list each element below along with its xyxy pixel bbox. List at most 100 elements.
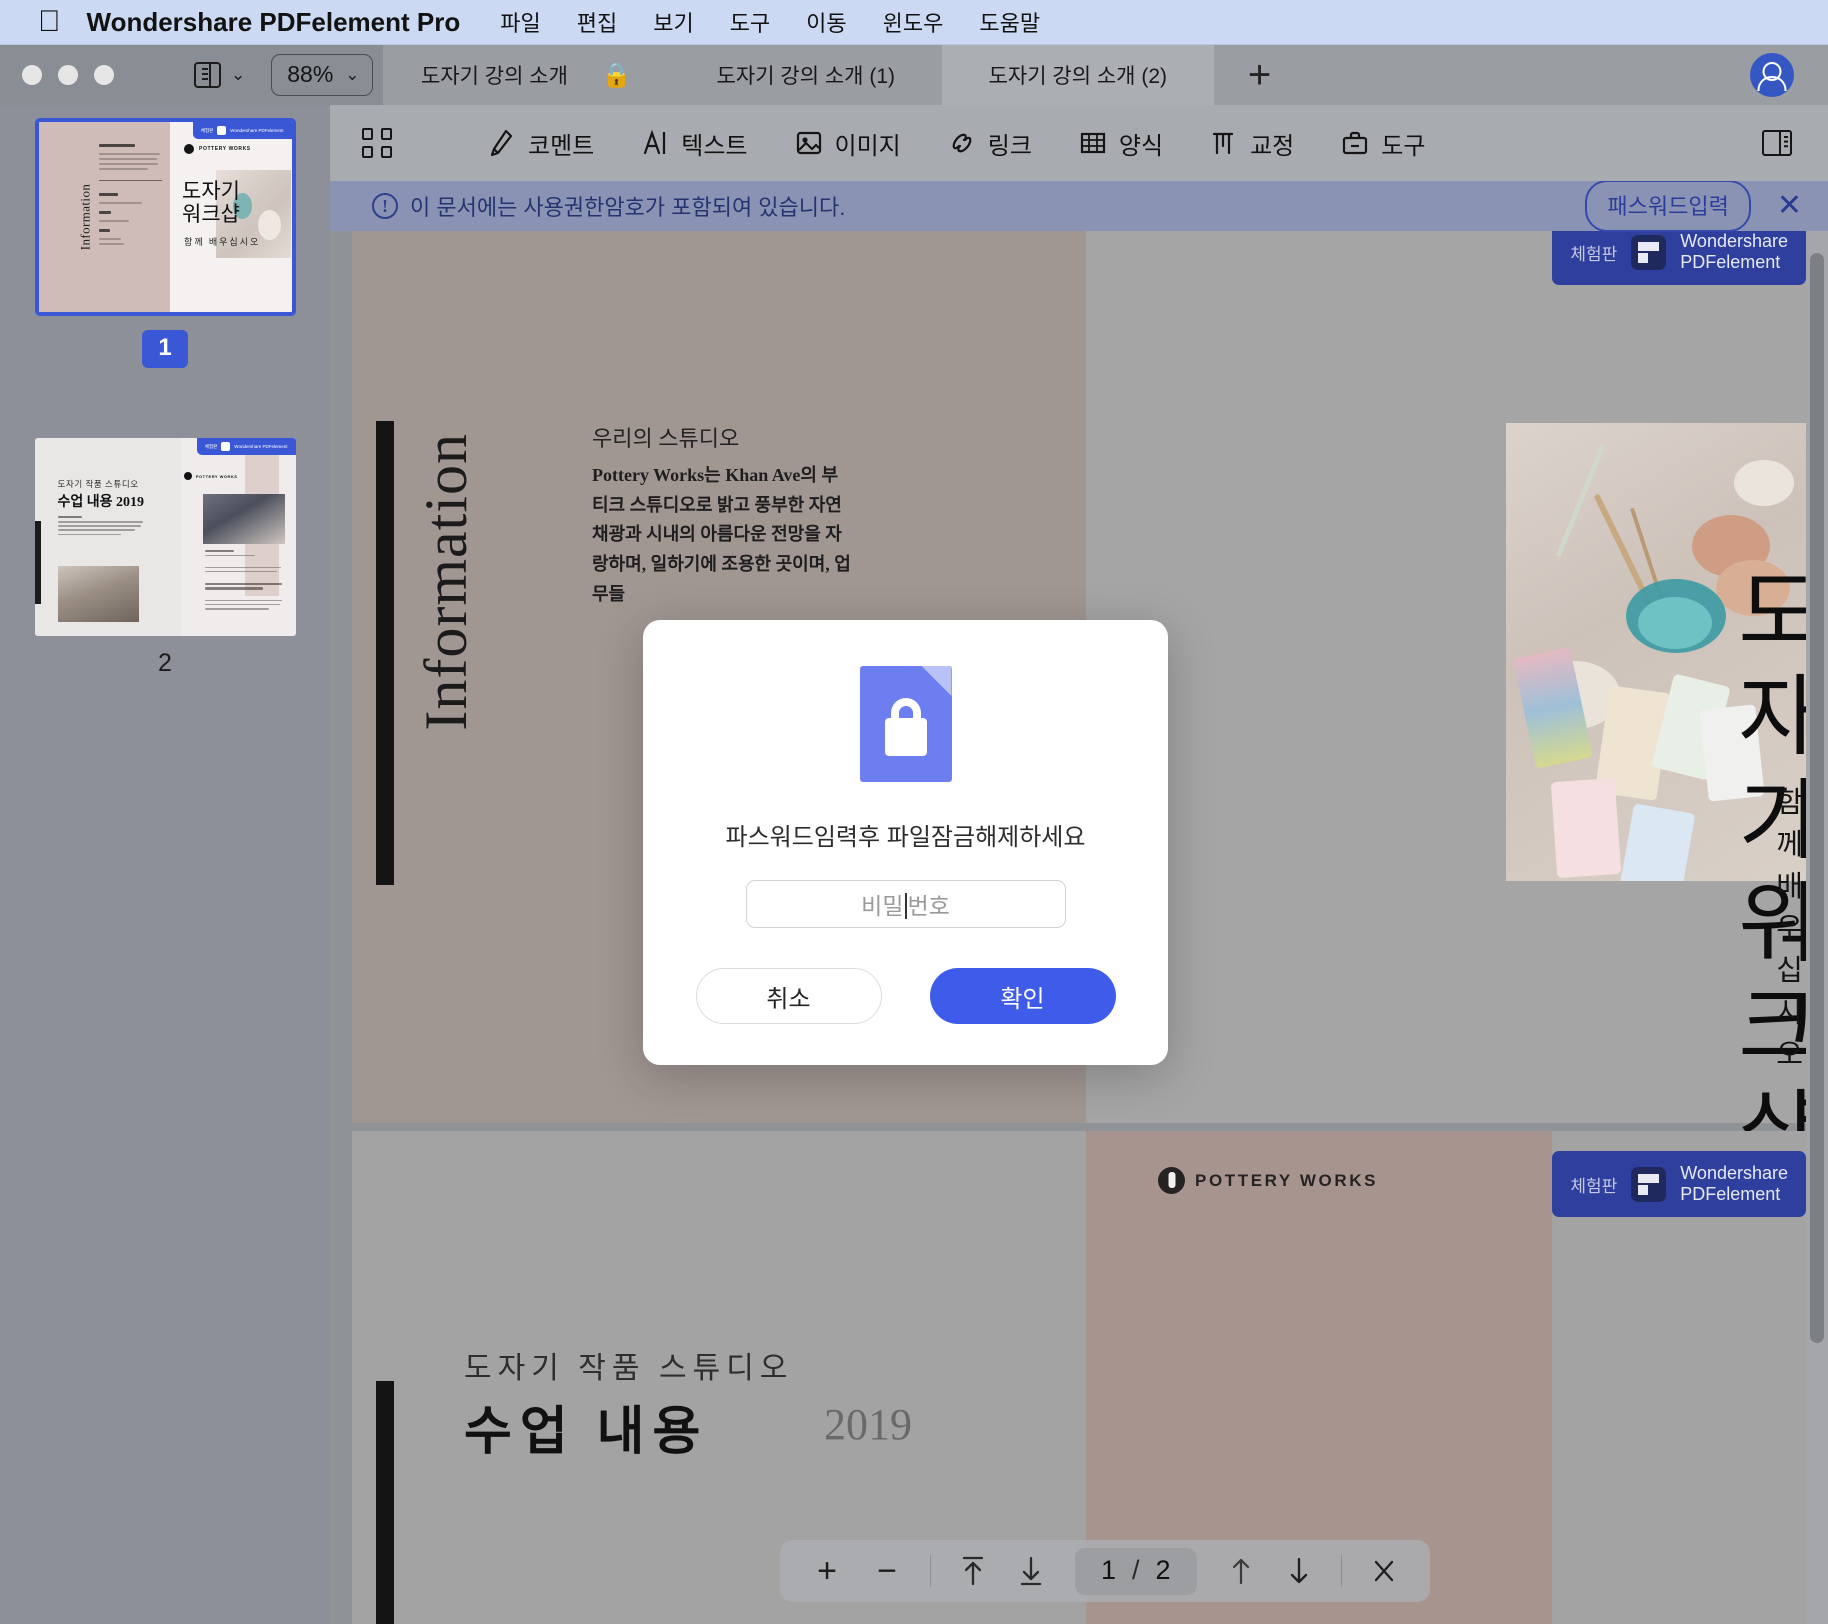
main-toolbar: 코멘트 텍스트 이미지 링크 양식 교정 도구 [330, 105, 1828, 181]
grid-view-icon[interactable] [362, 128, 392, 158]
tab-document-1[interactable]: 도자기 강의 소개 (1) [670, 45, 942, 105]
pottery-works-mark-icon [1158, 1167, 1185, 1194]
enter-password-button[interactable]: 패스워드입력 [1585, 180, 1751, 232]
tab-label: 도자기 강의 소개 [421, 65, 568, 88]
toolbar-button-tools[interactable]: 도구 [1340, 126, 1425, 161]
toolbar-button-proofread[interactable]: 교정 [1209, 126, 1294, 161]
tab-bar: ⌄ 88% ⌄ 도자기 강의 소개 🔒 도자기 강의 소개 (1) 도자기 강의… [0, 45, 1828, 105]
chevron-down-icon: ⌄ [231, 65, 246, 84]
page-indicator[interactable]: 1 / 2 [1075, 1547, 1197, 1595]
minimize-traffic-light[interactable] [58, 65, 78, 85]
thumb2-text-block [57, 516, 146, 538]
toolbar-button-text[interactable]: 텍스트 [640, 126, 748, 161]
thumb-watermark-badge: 체험판 Wondershare PDFelement [192, 122, 292, 139]
sidebar-panel-icon [194, 61, 221, 89]
close-traffic-light[interactable] [22, 65, 42, 85]
password-input[interactable]: 비밀 번호 [745, 880, 1066, 928]
new-tab-button[interactable]: + [1214, 55, 1305, 95]
toolbar-divider [930, 1555, 931, 1587]
page2-black-bar [376, 1381, 394, 1624]
close-x-icon[interactable]: ✕ [1777, 191, 1802, 221]
thumb-vertical-title: Information [76, 183, 92, 251]
total-pages-value: 2 [1155, 1554, 1171, 1585]
zoom-in-button[interactable]: + [802, 1554, 852, 1588]
pdfelement-logo-icon [1631, 234, 1667, 270]
page2-logo: POTTERY WORKS [1158, 1167, 1378, 1194]
menu-item-help[interactable]: 도움말 [979, 6, 1040, 38]
watermark-trial-label: 체험판 [1570, 1176, 1618, 1196]
document-tabs: 도자기 강의 소개 🔒 도자기 강의 소개 (1) 도자기 강의 소개 (2) … [383, 45, 1305, 105]
page-thumbnail-2[interactable]: 도자기 작품 스튜디오 수업 내용 2019 POTTERY WORKS 체험판… [34, 438, 296, 636]
toolbar-divider [1340, 1555, 1342, 1587]
scrollbar-thumb[interactable] [1810, 253, 1824, 1343]
dialog-message: 파스워드임력후 파일잠금해제하세요 [725, 824, 1086, 851]
arrow-up-icon[interactable] [1217, 1554, 1265, 1588]
arrow-down-icon[interactable] [1275, 1554, 1323, 1588]
notice-message: 이 문서에는 사용권한암호가 포함되여 있습니다. [410, 195, 846, 220]
vertical-scrollbar[interactable] [1806, 231, 1828, 1624]
thumb2-heading-big: 수업 내용 2019 [57, 495, 145, 510]
page1-body-text: Pottery Works는 Khan Ave의 부티크 스튜디오로 밝고 풍부… [592, 465, 851, 604]
menu-item-go[interactable]: 이동 [806, 6, 846, 38]
thumb2-photo-2 [202, 494, 286, 544]
toolbar-label: 도구 [1381, 132, 1426, 160]
toolbar-label: 이미지 [834, 132, 901, 160]
comment-pen-icon [487, 128, 517, 158]
tab-label: 도자기 강의 소개 (1) [716, 65, 896, 88]
toolbar-label: 양식 [1118, 132, 1164, 160]
toolbox-icon [1340, 128, 1370, 158]
zoom-level-value: 88% [287, 61, 334, 87]
app-title: Wondershare PDFelement Pro [64, 6, 461, 37]
page-number-badge-2: 2 [158, 649, 172, 677]
thumb2-text-block-2 [205, 550, 285, 612]
toolbar-label: 코멘트 [528, 132, 595, 160]
toolbar-button-form[interactable]: 양식 [1078, 126, 1163, 161]
current-page-value: 1 [1101, 1554, 1117, 1585]
toolbar-label: 링크 [987, 132, 1032, 160]
menu-item-tools[interactable]: 도구 [730, 6, 770, 38]
close-x-icon[interactable] [1360, 1557, 1408, 1585]
apple-logo-icon[interactable]:  [38, 7, 61, 37]
proofread-icon [1209, 128, 1239, 158]
confirm-button[interactable]: 확인 [929, 968, 1116, 1024]
tab-document-2[interactable]: 도자기 강의 소개 (2) [941, 45, 1214, 105]
page-navigation-toolbar: + − 1 / 2 [780, 1540, 1430, 1602]
page1-watermark-badge: 체험판 Wondershare PDFelement [1552, 231, 1806, 286]
thumb-text-blocks [98, 144, 163, 248]
page2-year: 2019 [824, 1400, 912, 1449]
toolbar-button-image[interactable]: 이미지 [794, 126, 901, 161]
text-icon [640, 128, 670, 158]
page2-watermark-badge: 체험판 Wondershare PDFelement [1552, 1151, 1806, 1218]
watermark-text: Wondershare PDFelement [1680, 231, 1788, 273]
user-avatar-icon[interactable] [1750, 53, 1794, 97]
go-to-bottom-icon[interactable] [1007, 1554, 1055, 1588]
thumbnail-sidebar[interactable]: Information POTTERY WORKS 도자기 워크샵 함께 배우십… [0, 105, 330, 1624]
pdfelement-logo-icon [1631, 1166, 1667, 1202]
password-dialog: 파스워드임력후 파일잠금해제하세요 비밀 번호 취소 확인 [643, 620, 1168, 1065]
app-window:  Wondershare PDFelement Pro 파일 편집 보기 도구… [0, 0, 1828, 1624]
zoom-level-selector[interactable]: 88% ⌄ [271, 54, 373, 96]
zoom-out-button[interactable]: − [862, 1554, 912, 1588]
menu-item-view[interactable]: 보기 [653, 6, 693, 38]
cancel-button[interactable]: 취소 [695, 968, 882, 1024]
toolbar-button-comment[interactable]: 코멘트 [487, 126, 594, 161]
sidebar-toggle-button[interactable]: ⌄ [194, 61, 246, 89]
menu-item-edit[interactable]: 편집 [577, 6, 617, 38]
page-thumbnail-1[interactable]: Information POTTERY WORKS 도자기 워크샵 함께 배우십… [34, 118, 296, 316]
page2-heading-big: 수업 내용 [464, 1404, 709, 1461]
password-placeholder: 비밀 번호 [861, 893, 950, 919]
tab-document-0[interactable]: 도자기 강의 소개 🔒 [383, 45, 670, 105]
menu-item-window[interactable]: 윈도우 [883, 6, 944, 38]
page2-heading-small: 도자기 작품 스튜디오 [464, 1352, 794, 1385]
split-panel-icon [1762, 129, 1792, 157]
maximize-traffic-light[interactable] [94, 65, 114, 85]
thumb2-heading-small: 도자기 작품 스튜디오 [57, 479, 139, 489]
info-circle-icon: ! [372, 193, 398, 219]
tab-label: 도자기 강의 소개 (2) [988, 65, 1168, 88]
toolbar-button-link[interactable]: 링크 [947, 126, 1032, 161]
menu-item-file[interactable]: 파일 [500, 6, 540, 38]
locked-document-icon [859, 666, 952, 782]
permission-notice-bar: ! 이 문서에는 사용권한암호가 포함되여 있습니다. 패스워드입력 ✕ [330, 180, 1828, 232]
go-to-top-icon[interactable] [949, 1554, 997, 1588]
split-view-button[interactable] [1762, 129, 1792, 157]
